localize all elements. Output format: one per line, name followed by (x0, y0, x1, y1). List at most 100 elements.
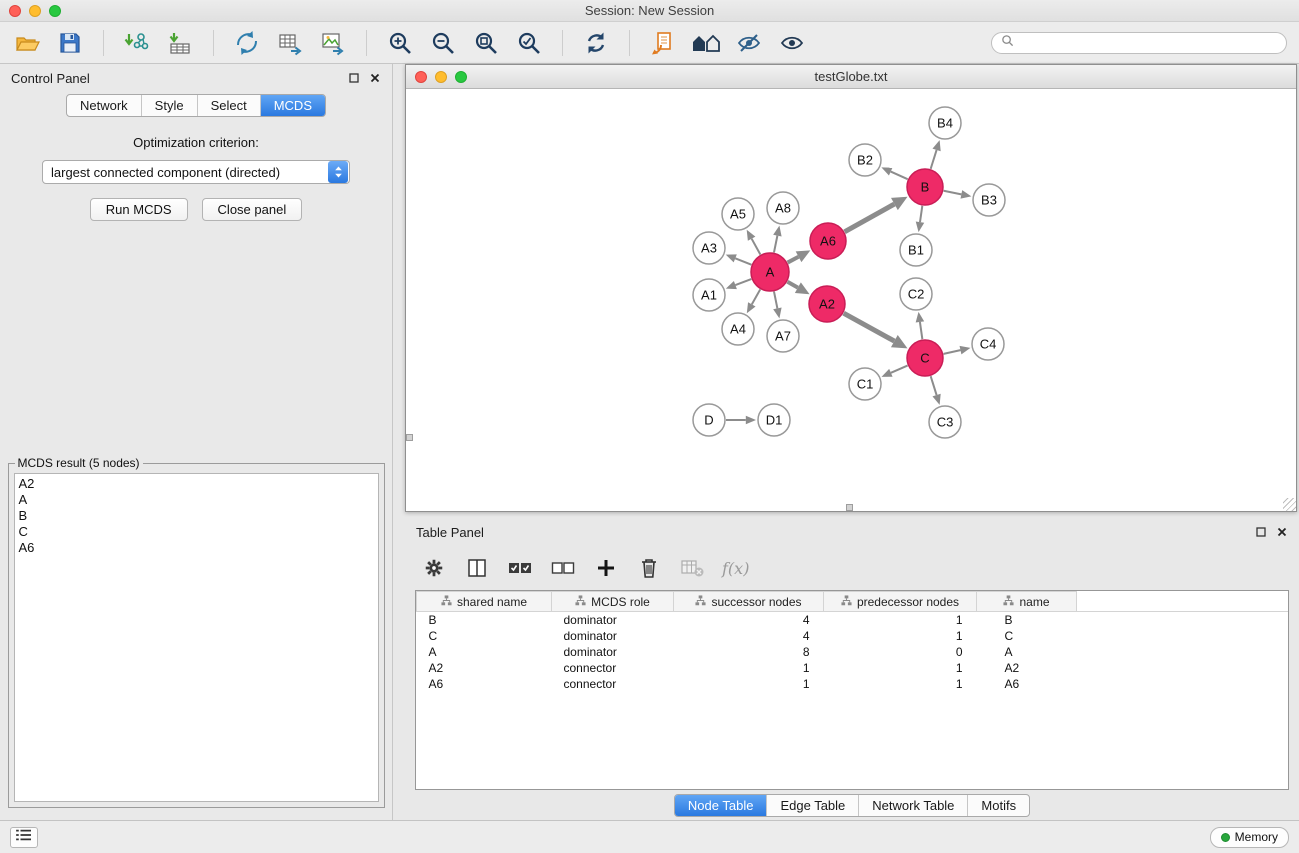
graph-edge-A-A2[interactable] (787, 282, 797, 288)
graph-edge-A-A5[interactable] (752, 239, 761, 255)
zoom-fit-icon[interactable] (471, 28, 501, 58)
horizontal-scroll-marker[interactable] (846, 504, 853, 511)
float-panel-icon[interactable] (348, 72, 360, 84)
tab-select[interactable]: Select (197, 95, 260, 116)
table-cell[interactable]: 1 (824, 676, 977, 692)
tab-motifs[interactable]: Motifs (967, 795, 1029, 816)
table-cell[interactable]: A6 (977, 676, 1077, 692)
first-neighbors-icon[interactable] (648, 28, 678, 58)
table-cell[interactable]: 0 (824, 644, 977, 660)
function-builder-button[interactable]: f(x) (722, 559, 749, 578)
column-header-predecessor-nodes[interactable]: predecessor nodes (824, 592, 977, 612)
zoom-window-icon[interactable] (49, 5, 61, 17)
search-field[interactable] (991, 32, 1287, 54)
table-row[interactable]: Bdominator41B (417, 612, 1289, 628)
settings-icon[interactable] (421, 555, 447, 581)
table-row[interactable]: Cdominator41C (417, 628, 1289, 644)
table-cell[interactable]: A (977, 644, 1077, 660)
graph-edge-A2-C[interactable] (844, 313, 895, 341)
import-table-icon[interactable] (165, 28, 195, 58)
memory-button[interactable]: Memory (1210, 827, 1289, 848)
table-cell[interactable]: B (417, 612, 552, 628)
column-header-MCDS-role[interactable]: MCDS role (552, 592, 674, 612)
deselect-all-icon[interactable] (550, 555, 576, 581)
table-cell[interactable]: 1 (674, 660, 824, 676)
table-cell[interactable]: 1 (674, 676, 824, 692)
table-cell[interactable]: A6 (417, 676, 552, 692)
export-table-icon[interactable] (275, 28, 305, 58)
tab-style[interactable]: Style (141, 95, 197, 116)
export-network-icon[interactable] (232, 28, 262, 58)
close-panel-icon[interactable] (369, 72, 381, 84)
open-file-icon[interactable] (12, 28, 42, 58)
optimization-criterion-dropdown[interactable]: largest connected component (directed) (42, 160, 350, 184)
delete-row-icon[interactable] (636, 555, 662, 581)
table-row[interactable]: Adominator80A (417, 644, 1289, 660)
column-header-successor-nodes[interactable]: successor nodes (674, 592, 824, 612)
network-minimize-icon[interactable] (435, 71, 447, 83)
graph-edge-B-B1[interactable] (920, 206, 922, 222)
columns-icon[interactable] (464, 555, 490, 581)
close-table-panel-icon[interactable] (1276, 526, 1288, 538)
save-session-icon[interactable] (55, 28, 85, 58)
table-cell[interactable]: dominator (552, 628, 674, 644)
dropdown-stepper-icon[interactable] (328, 161, 348, 183)
tab-mcds[interactable]: MCDS (260, 95, 325, 116)
table-cell[interactable]: A (417, 644, 552, 660)
column-header-shared-name[interactable]: shared name (417, 592, 552, 612)
column-header-name[interactable]: name (977, 592, 1077, 612)
close-panel-button[interactable]: Close panel (202, 198, 303, 221)
graph-edge-B-B4[interactable] (931, 150, 937, 169)
table-cell[interactable]: connector (552, 660, 674, 676)
table-cell[interactable]: 1 (824, 660, 977, 676)
graph-edge-A-A7[interactable] (774, 292, 777, 309)
graph-edge-C-C4[interactable] (944, 350, 961, 354)
task-history-button[interactable] (10, 827, 38, 848)
graph-edge-B-B2[interactable] (891, 172, 908, 180)
clear-table-icon[interactable] (679, 555, 705, 581)
graph-edge-A-A3[interactable] (735, 258, 751, 264)
zoom-out-icon[interactable] (428, 28, 458, 58)
table-row[interactable]: A2connector11A2 (417, 660, 1289, 676)
table-cell[interactable]: 4 (674, 612, 824, 628)
show-graphics-icon[interactable] (777, 28, 807, 58)
graph-edge-C-C3[interactable] (931, 376, 937, 395)
table-cell[interactable]: dominator (552, 612, 674, 628)
tab-edge-table[interactable]: Edge Table (766, 795, 858, 816)
tab-network-table[interactable]: Network Table (858, 795, 967, 816)
network-close-icon[interactable] (415, 71, 427, 83)
graph-edge-C-C2[interactable] (920, 322, 922, 339)
table-cell[interactable]: 4 (674, 628, 824, 644)
export-image-icon[interactable] (318, 28, 348, 58)
graph-edge-A6-B[interactable] (845, 204, 895, 232)
network-overview-icon[interactable] (691, 28, 721, 58)
graph-edge-A-A1[interactable] (735, 279, 751, 285)
zoom-in-icon[interactable] (385, 28, 415, 58)
table-cell[interactable]: A2 (417, 660, 552, 676)
graph-edge-A-A6[interactable] (788, 257, 799, 263)
close-window-icon[interactable] (9, 5, 21, 17)
refresh-view-icon[interactable] (581, 28, 611, 58)
table-cell[interactable]: 1 (824, 612, 977, 628)
import-network-icon[interactable] (122, 28, 152, 58)
table-cell[interactable]: C (417, 628, 552, 644)
table-cell[interactable]: connector (552, 676, 674, 692)
table-cell[interactable]: dominator (552, 644, 674, 660)
table-cell[interactable]: 8 (674, 644, 824, 660)
float-table-panel-icon[interactable] (1255, 526, 1267, 538)
table-row[interactable]: A6connector11A6 (417, 676, 1289, 692)
network-zoom-icon[interactable] (455, 71, 467, 83)
tab-node-table[interactable]: Node Table (675, 795, 767, 816)
table-cell[interactable]: 1 (824, 628, 977, 644)
table-cell[interactable]: C (977, 628, 1077, 644)
minimize-window-icon[interactable] (29, 5, 41, 17)
tab-network[interactable]: Network (67, 95, 141, 116)
hide-selected-icon[interactable] (734, 28, 764, 58)
network-window-titlebar[interactable]: testGlobe.txt (406, 65, 1296, 89)
network-canvas[interactable]: AA1A2A3A4A5A6A7A8BB1B2B3B4CC1C2C3C4DD1 (406, 89, 1296, 511)
graph-edge-B-B3[interactable] (944, 191, 962, 195)
table-cell[interactable]: A2 (977, 660, 1077, 676)
run-mcds-button[interactable]: Run MCDS (90, 198, 188, 221)
graph-edge-C-C1[interactable] (891, 366, 908, 373)
graph-edge-A-A4[interactable] (752, 289, 760, 304)
